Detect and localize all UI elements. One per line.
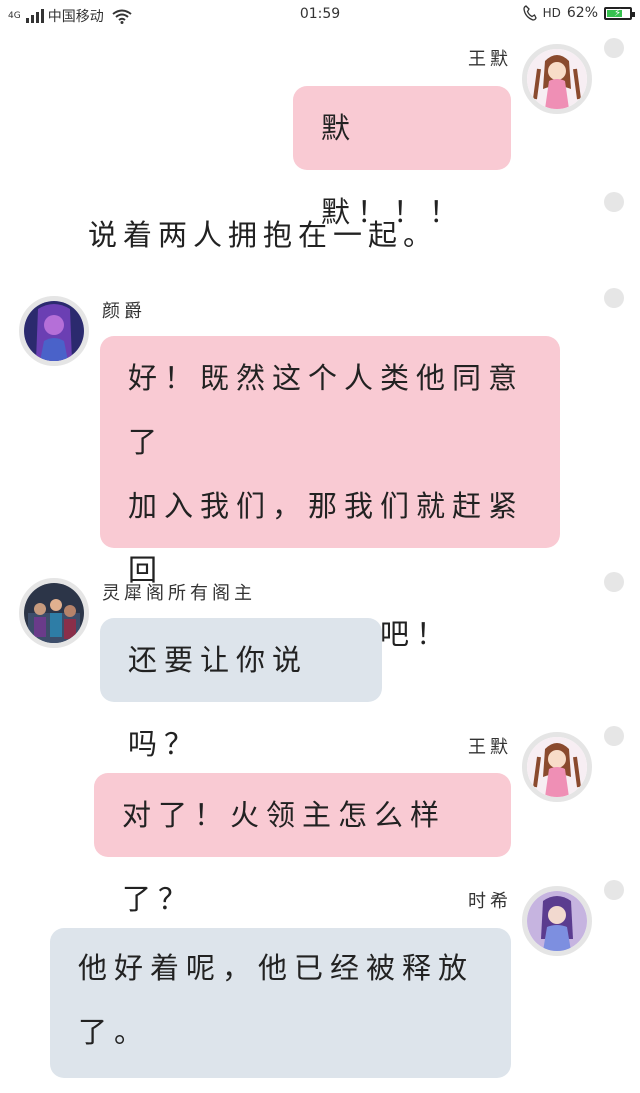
message-select-dot[interactable]: [604, 192, 624, 212]
message-bubble[interactable]: 还要让你说吗？: [100, 618, 382, 761]
avatar-group[interactable]: [19, 578, 89, 648]
avatar-wangmo[interactable]: [522, 44, 592, 114]
message-select-dot[interactable]: [604, 726, 624, 746]
sender-name: 王默: [468, 737, 512, 758]
avatar-shixi[interactable]: [522, 886, 592, 956]
sender-name: 灵犀阁所有阁主: [102, 583, 256, 604]
message-select-dot[interactable]: [604, 572, 624, 592]
battery-icon: ⚡: [604, 6, 635, 20]
message-text: 对了！火领主怎么样了？: [122, 798, 447, 916]
sender-name: 时希: [468, 891, 512, 912]
hd-label: HD: [542, 6, 561, 20]
message-line: 好！既然这个人类他同意了: [128, 361, 525, 459]
message-select-dot[interactable]: [604, 288, 624, 308]
message-line: 他好着呢，他已经被释放: [78, 951, 475, 985]
avatar-yanjue[interactable]: [19, 296, 89, 366]
avatar-wangmo[interactable]: [522, 732, 592, 802]
narration-text: 说着两人拥抱在一起。: [88, 218, 439, 252]
message-text: 还要让你说吗？: [128, 643, 309, 761]
message-bubble[interactable]: 好！既然这个人类他同意了 加入我们，那我们就赶紧回 去举行灵犀仪式吧！: [100, 336, 560, 651]
sender-name: 王默: [468, 49, 512, 70]
sender-name: 颜爵: [102, 301, 146, 322]
message-select-dot[interactable]: [604, 880, 624, 900]
battery-percent: 62%: [566, 5, 598, 21]
message-bubble[interactable]: 对了！火领主怎么样了？: [94, 773, 511, 916]
status-bar: 4G 中国移动 01:59 HD 62% ⚡: [0, 0, 640, 30]
message-line: 了。: [78, 1015, 151, 1049]
message-select-dot[interactable]: [604, 38, 624, 58]
phone-icon: [522, 5, 537, 21]
message-bubble[interactable]: 默默！！！: [293, 86, 511, 229]
message-bubble[interactable]: 他好着呢，他已经被释放 了。: [50, 928, 511, 1078]
